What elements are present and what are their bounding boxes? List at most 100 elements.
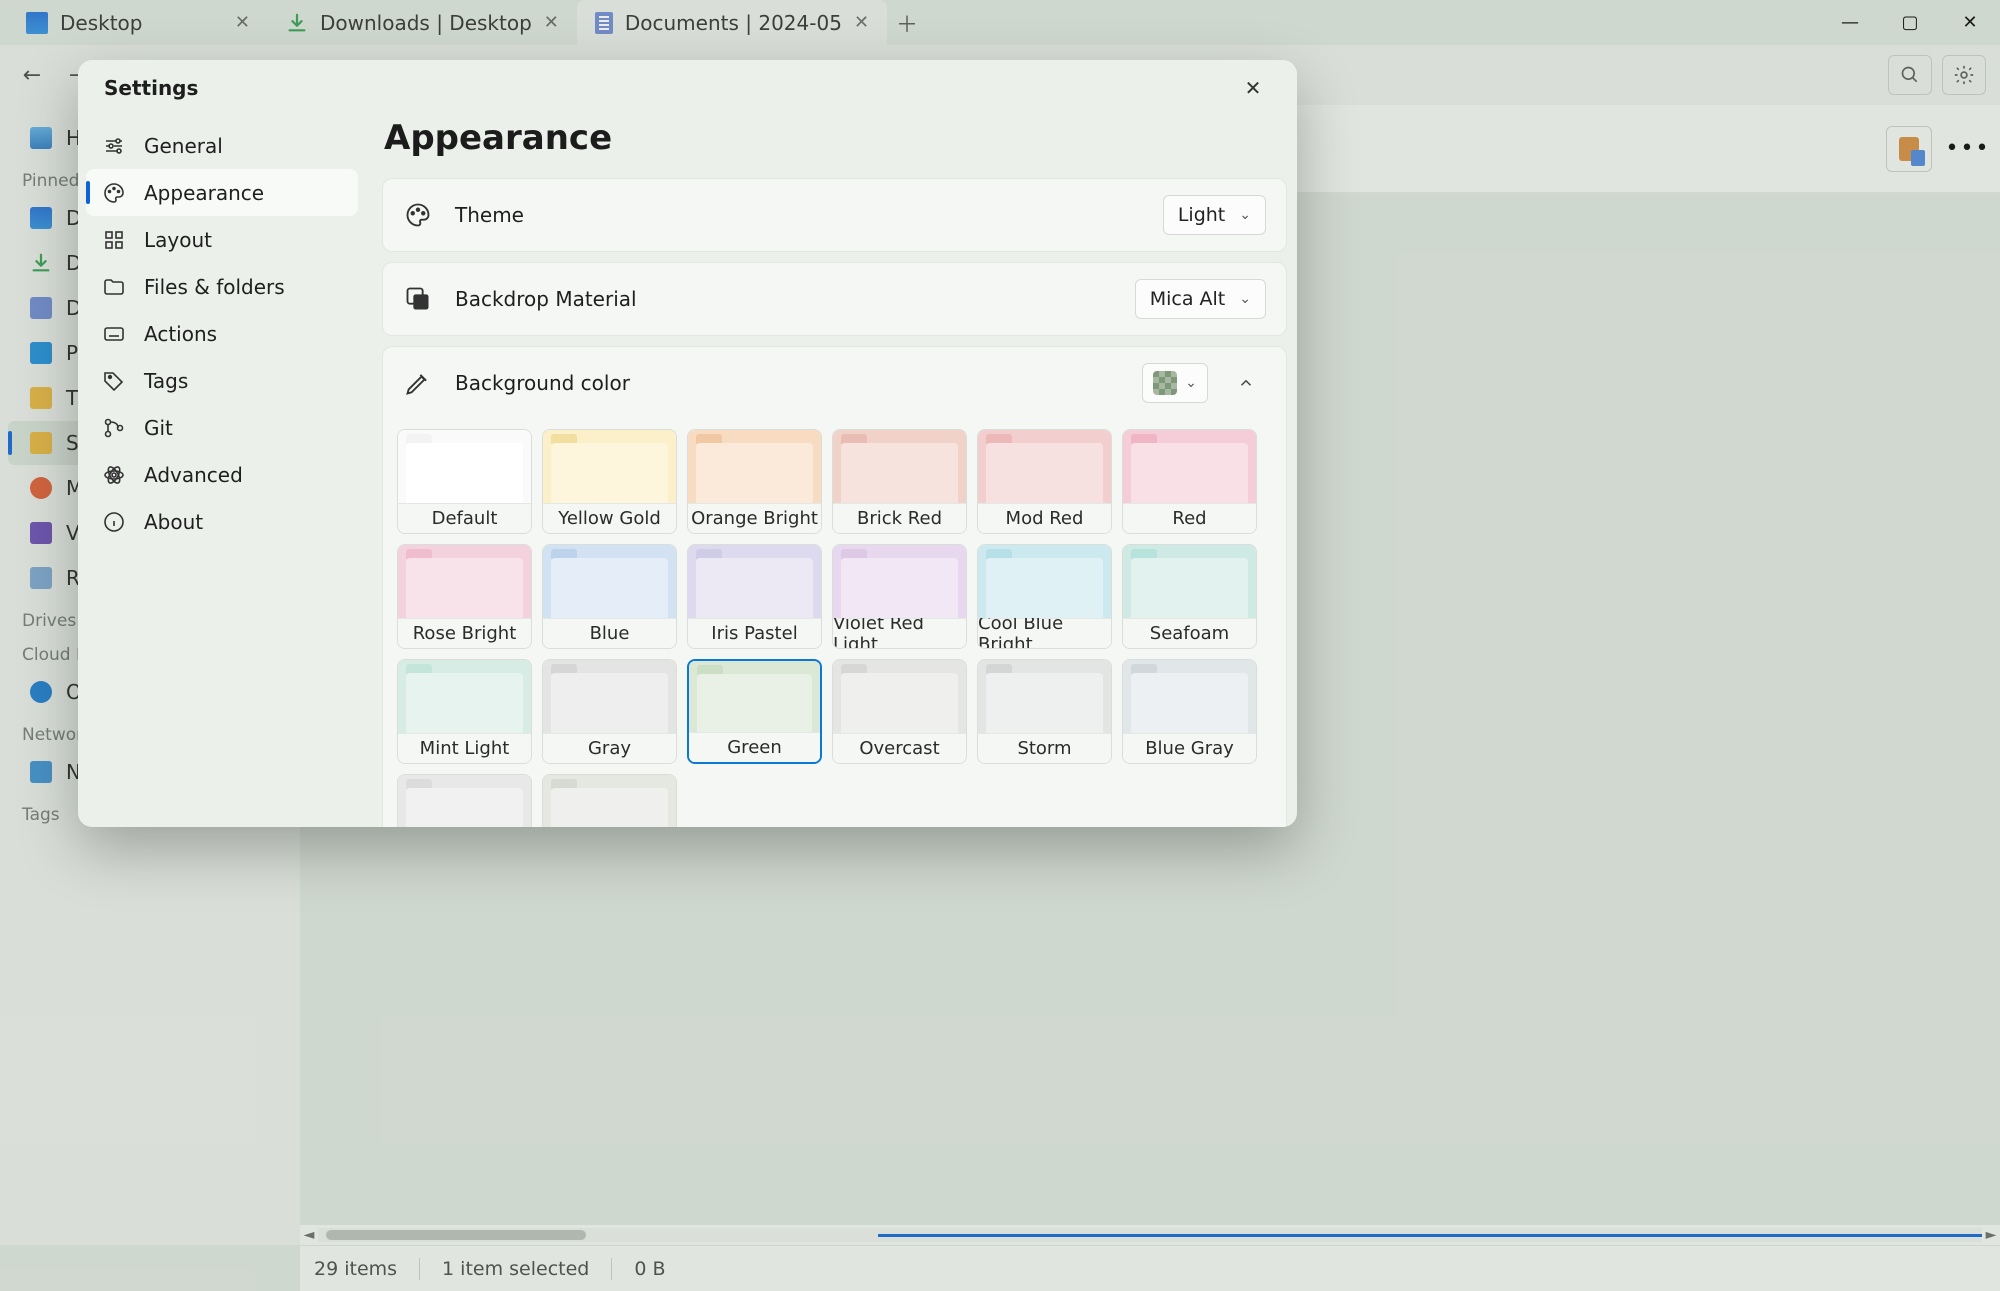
modal-title: Settings bbox=[104, 76, 198, 100]
nav-label: Git bbox=[144, 416, 173, 440]
settings-nav-advanced[interactable]: Advanced bbox=[86, 451, 358, 498]
grid-icon bbox=[102, 228, 126, 252]
swatch-label: Overcast bbox=[833, 733, 966, 763]
bgcolor-swatch-blue-gray[interactable]: Blue Gray bbox=[1122, 659, 1257, 764]
bgcolor-swatch-seafoam[interactable]: Seafoam bbox=[1122, 544, 1257, 649]
swatch-label: Yellow Gold bbox=[543, 503, 676, 533]
swatch-preview bbox=[543, 545, 676, 618]
nav-label: About bbox=[144, 510, 203, 534]
swatch-label: Storm bbox=[978, 733, 1111, 763]
bgcolor-dropdown[interactable]: ⌄ bbox=[1142, 363, 1208, 403]
chevron-up-icon bbox=[1237, 374, 1255, 392]
bgcolor-swatch-cool-blue-bright[interactable]: Cool Blue Bright bbox=[977, 544, 1112, 649]
swatch-preview bbox=[688, 545, 821, 618]
nav-label: General bbox=[144, 134, 223, 158]
settings-nav-about[interactable]: About bbox=[86, 498, 358, 545]
chevron-down-icon: ⌄ bbox=[1239, 291, 1251, 307]
atom-icon bbox=[102, 463, 126, 487]
settings-nav: General Appearance Layout Files & folders Ac… bbox=[78, 116, 370, 827]
palette-icon bbox=[403, 200, 433, 230]
swatch-label: Default bbox=[398, 503, 531, 533]
bgcolor-swatch-brick-red[interactable]: Brick Red bbox=[832, 429, 967, 534]
bgcolor-swatch-mint-light[interactable]: Mint Light bbox=[397, 659, 532, 764]
brush-icon bbox=[403, 368, 433, 398]
bgcolor-label: Background color bbox=[455, 371, 630, 395]
bgcolor-swatch-mod-red[interactable]: Mod Red bbox=[977, 429, 1112, 534]
backdrop-dropdown[interactable]: Mica Alt ⌄ bbox=[1135, 279, 1266, 319]
swatch-label: Gray bbox=[543, 733, 676, 763]
bgcolor-swatch-grid: Default Yellow Gold Orange Bright Brick Red… bbox=[383, 419, 1286, 827]
swatch-preview bbox=[1123, 430, 1256, 503]
bgcolor-swatch-orange-bright[interactable]: Orange Bright bbox=[687, 429, 822, 534]
sliders-icon bbox=[102, 134, 126, 158]
swatch-label: Blue bbox=[543, 618, 676, 648]
backdrop-label: Backdrop Material bbox=[455, 287, 637, 311]
swatch-preview bbox=[398, 545, 531, 618]
nav-label: Appearance bbox=[144, 181, 264, 205]
bgcolor-swatch-overcast[interactable]: Overcast bbox=[832, 659, 967, 764]
swatch-preview bbox=[833, 430, 966, 503]
bgcolor-swatch-yellow-gold[interactable]: Yellow Gold bbox=[542, 429, 677, 534]
git-icon bbox=[102, 416, 126, 440]
bgcolor-swatch-green[interactable]: Green bbox=[687, 659, 822, 764]
keyboard-icon bbox=[102, 322, 126, 346]
nav-label: Tags bbox=[144, 369, 188, 393]
settings-nav-actions[interactable]: Actions bbox=[86, 310, 358, 357]
bgcolor-swatch-violet-red-light[interactable]: Violet Red Light bbox=[832, 544, 967, 649]
bgcolor-swatch-blue[interactable]: Blue bbox=[542, 544, 677, 649]
settings-nav-general[interactable]: General bbox=[86, 122, 358, 169]
bgcolor-swatch-iris-pastel[interactable]: Iris Pastel bbox=[687, 544, 822, 649]
swatch-preview bbox=[543, 660, 676, 733]
palette-icon bbox=[102, 181, 126, 205]
swatch-preview bbox=[689, 661, 820, 732]
info-icon bbox=[102, 510, 126, 534]
swatch-preview bbox=[1123, 545, 1256, 618]
swatch-preview bbox=[833, 545, 966, 618]
color-swatch-icon bbox=[1153, 371, 1177, 395]
settings-pane[interactable]: Appearance Theme Light ⌄ Backdro bbox=[370, 116, 1297, 827]
nav-label: Advanced bbox=[144, 463, 243, 487]
swatch-preview bbox=[543, 430, 676, 503]
swatch-preview bbox=[398, 430, 531, 503]
bgcolor-swatch-unnamed[interactable] bbox=[397, 774, 532, 827]
swatch-preview bbox=[398, 775, 531, 827]
backdrop-icon bbox=[403, 284, 433, 314]
swatch-label: Seafoam bbox=[1123, 618, 1256, 648]
swatch-label: Blue Gray bbox=[1123, 733, 1256, 763]
swatch-label: Mod Red bbox=[978, 503, 1111, 533]
pane-title: Appearance bbox=[382, 116, 1287, 178]
nav-label: Files & folders bbox=[144, 275, 285, 299]
swatch-preview bbox=[833, 660, 966, 733]
bgcolor-swatch-rose-bright[interactable]: Rose Bright bbox=[397, 544, 532, 649]
swatch-label: Orange Bright bbox=[688, 503, 821, 533]
bgcolor-swatch-default[interactable]: Default bbox=[397, 429, 532, 534]
swatch-preview bbox=[398, 660, 531, 733]
settings-nav-git[interactable]: Git bbox=[86, 404, 358, 451]
swatch-preview bbox=[543, 775, 676, 827]
bgcolor-swatch-unnamed[interactable] bbox=[542, 774, 677, 827]
settings-modal: Settings ✕ General Appearance Layout Files … bbox=[78, 60, 1297, 827]
swatch-preview bbox=[1123, 660, 1256, 733]
bgcolor-swatch-red[interactable]: Red bbox=[1122, 429, 1257, 534]
collapse-button[interactable] bbox=[1226, 363, 1266, 403]
swatch-label: Rose Bright bbox=[398, 618, 531, 648]
theme-card: Theme Light ⌄ bbox=[382, 178, 1287, 252]
dropdown-value: Mica Alt bbox=[1150, 288, 1226, 310]
swatch-label: Green bbox=[689, 732, 820, 762]
bgcolor-swatch-gray[interactable]: Gray bbox=[542, 659, 677, 764]
settings-nav-files-folders[interactable]: Files & folders bbox=[86, 263, 358, 310]
settings-nav-layout[interactable]: Layout bbox=[86, 216, 358, 263]
nav-label: Layout bbox=[144, 228, 212, 252]
modal-close-button[interactable]: ✕ bbox=[1235, 70, 1271, 106]
swatch-preview bbox=[978, 545, 1111, 618]
backdrop-card: Backdrop Material Mica Alt ⌄ bbox=[382, 262, 1287, 336]
nav-label: Actions bbox=[144, 322, 217, 346]
folder-icon bbox=[102, 275, 126, 299]
chevron-down-icon: ⌄ bbox=[1239, 207, 1251, 223]
theme-dropdown[interactable]: Light ⌄ bbox=[1163, 195, 1266, 235]
tag-icon bbox=[102, 369, 126, 393]
settings-nav-tags[interactable]: Tags bbox=[86, 357, 358, 404]
bgcolor-swatch-storm[interactable]: Storm bbox=[977, 659, 1112, 764]
settings-nav-appearance[interactable]: Appearance bbox=[86, 169, 358, 216]
swatch-label: Red bbox=[1123, 503, 1256, 533]
